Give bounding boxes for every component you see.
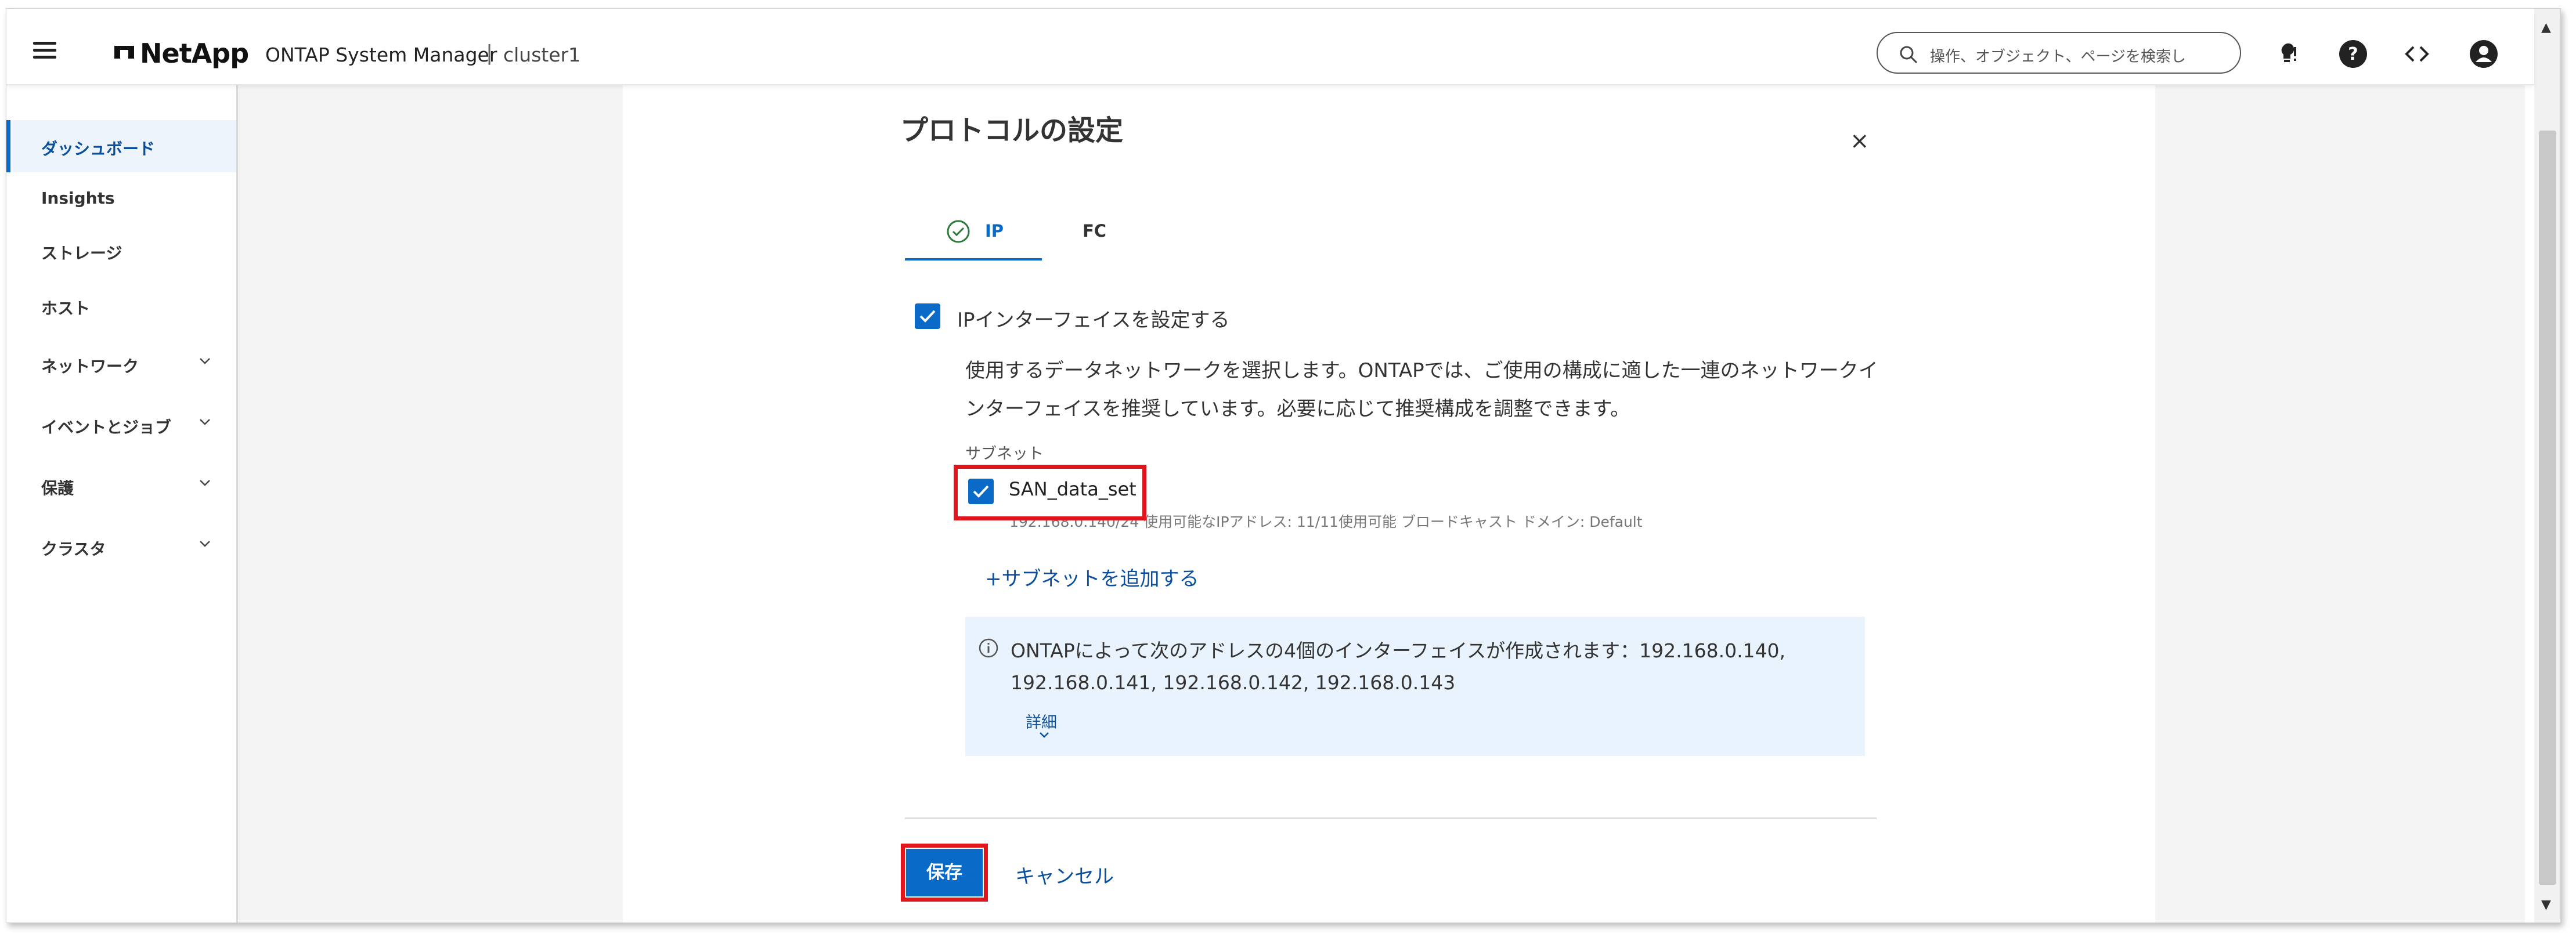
checkmark-icon (973, 485, 989, 498)
tab-label: IP (985, 221, 1004, 241)
sidebar-item-dashboard[interactable]: ダッシュボード (6, 120, 236, 172)
code-icon[interactable] (2401, 38, 2433, 70)
chevron-down-icon (1040, 732, 1049, 738)
sidebar-item-events-jobs[interactable]: イベントとジョブ (6, 399, 236, 451)
sidebar-item-label: ネットワーク (41, 357, 139, 376)
details-label: 詳細 (1026, 714, 1057, 732)
cancel-button[interactable]: キャンセル (1015, 860, 1114, 889)
details-toggle[interactable]: 詳細 (1026, 710, 1057, 738)
ip-interface-checkbox[interactable] (915, 303, 940, 329)
chevron-down-icon (200, 480, 210, 486)
save-button[interactable]: 保存 (901, 844, 988, 902)
ip-interface-label: IPインターフェイスを設定する (957, 309, 1230, 332)
top-header: NetApp ONTAP System Manager | cluster1 操… (6, 9, 2534, 85)
check-circle-icon (947, 220, 970, 243)
sidebar-item-label: イベントとジョブ (41, 418, 172, 437)
dialog-title: プロトコルの設定 (900, 114, 1124, 147)
brand-name: NetApp (140, 38, 249, 69)
sidebar-item-hosts[interactable]: ホスト (6, 280, 236, 332)
sidebar-item-label: ホスト (41, 299, 91, 318)
chevron-down-icon (200, 358, 210, 364)
subnet-name: SAN_data_set (1009, 478, 1137, 500)
chevron-down-icon (200, 541, 210, 547)
description-line-1: 使用するデータネットワークを選択します。ONTAPでは、ご使用の構成に適した一連… (965, 359, 1878, 382)
subnet-checkbox[interactable] (968, 479, 994, 504)
search-icon (1900, 46, 1918, 64)
lightbulb-icon[interactable] (2273, 38, 2306, 70)
description-line-2: ンターフェイスを推奨しています。必要に応じて推奨構成を調整できます。 (965, 397, 1630, 421)
header-separator: | (486, 41, 493, 65)
tab-fc[interactable]: FC (1083, 221, 1106, 241)
sidebar-item-cluster[interactable]: クラスタ (6, 520, 236, 573)
sidebar-item-label: クラスタ (41, 540, 106, 559)
sidebar-item-protection[interactable]: 保護 (6, 460, 236, 512)
search-placeholder: 操作、オブジェクト、ページを検索し (1930, 48, 2186, 66)
sidebar-item-label: 保護 (41, 479, 74, 498)
subnet-header: サブネット (965, 445, 1044, 463)
sidebar-item-label: ダッシュボード (41, 139, 156, 158)
add-subnet-link[interactable]: +サブネットを追加する (985, 563, 1199, 591)
scrollbar-thumb[interactable] (2539, 131, 2556, 885)
footer-divider (905, 817, 1877, 819)
netapp-logo-icon (114, 46, 134, 59)
scroll-down-icon[interactable]: ▼ (2541, 898, 2551, 912)
search-input[interactable]: 操作、オブジェクト、ページを検索し (1877, 32, 2241, 74)
chevron-down-icon (200, 419, 210, 425)
cluster-name: cluster1 (503, 44, 581, 66)
user-account-icon[interactable] (2467, 38, 2500, 70)
info-text-line-2: 192.168.0.141, 192.168.0.142, 192.168.0.… (1011, 671, 1456, 694)
sidebar-item-insights[interactable]: Insights (6, 172, 236, 225)
tab-ip[interactable]: IP (905, 211, 1042, 261)
checkmark-icon (919, 310, 936, 323)
info-text-line-1: ONTAPによって次のアドレスの4個のインターフェイスが作成されます：192.1… (1011, 639, 1786, 662)
sidebar-item-storage[interactable]: ストレージ (6, 225, 236, 277)
sidebar-nav: ダッシュボード Insights ストレージ ホスト ネットワーク イベントとジ… (6, 85, 238, 922)
protocol-settings-dialog (623, 85, 2155, 922)
sidebar-item-label: Insights (41, 189, 115, 208)
sidebar-item-network[interactable]: ネットワーク (6, 338, 236, 390)
help-icon[interactable]: ? (2337, 38, 2369, 70)
app-window: NetApp ONTAP System Manager | cluster1 操… (6, 8, 2561, 923)
info-box: ONTAPによって次のアドレスの4個のインターフェイスが作成されます：192.1… (965, 617, 1865, 756)
sidebar-item-label: ストレージ (41, 244, 122, 263)
info-icon (979, 638, 998, 658)
menu-icon[interactable] (33, 42, 56, 59)
scroll-up-icon[interactable]: ▲ (2541, 20, 2551, 35)
close-button[interactable]: × (1850, 128, 1870, 154)
page-scrollbar[interactable]: ▲ ▼ (2534, 9, 2560, 922)
svg-text:?: ? (2348, 44, 2358, 64)
product-name: ONTAP System Manager (265, 44, 497, 66)
